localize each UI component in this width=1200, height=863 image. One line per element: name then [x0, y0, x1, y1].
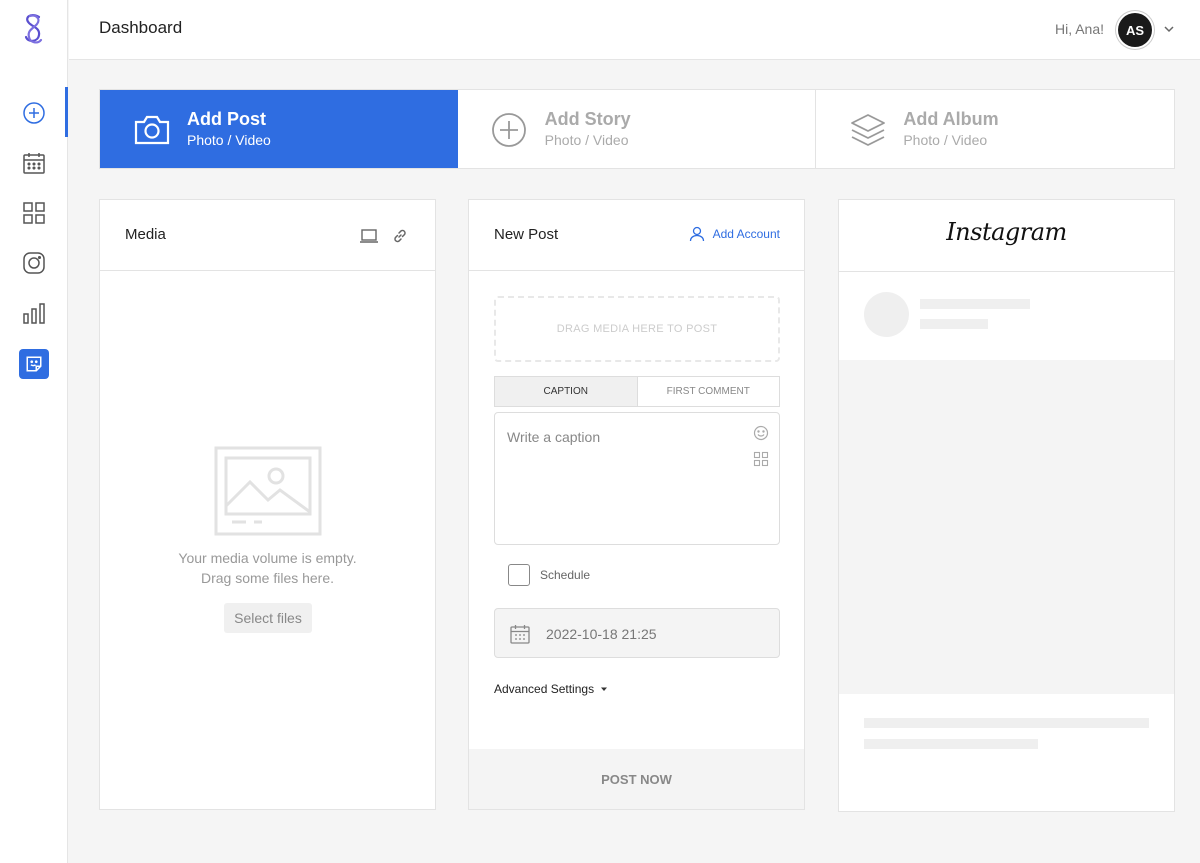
- post-now-button[interactable]: POST NOW: [469, 749, 804, 809]
- new-post-header: New Post Add Account: [469, 200, 804, 271]
- calendar-icon: [23, 153, 45, 174]
- tab-subtitle: Photo / Video: [187, 132, 271, 148]
- schedule-checkbox[interactable]: [508, 564, 530, 586]
- top-header: Dashboard Hi, Ana! AS: [69, 0, 1200, 60]
- sidebar-item-sticker[interactable]: [19, 349, 49, 379]
- laptop-icon[interactable]: [359, 227, 379, 245]
- preview-caption-placeholder: [864, 718, 1149, 728]
- empty-hint: Drag some files here.: [200, 570, 335, 586]
- camera-icon: [134, 115, 170, 145]
- new-post-panel: New Post Add Account DRAG MEDIA HERE TO …: [468, 199, 805, 810]
- schedule-date-field[interactable]: 2022-10-18 21:25: [494, 608, 780, 658]
- plus-circle-icon: [491, 113, 526, 147]
- tab-add-post[interactable]: Add Post Photo / Video: [100, 90, 458, 168]
- grid-icon[interactable]: [753, 451, 769, 467]
- image-placeholder-icon: [214, 446, 322, 536]
- tab-title: Add Post: [187, 109, 266, 129]
- advanced-settings-label: Advanced Settings: [494, 682, 595, 696]
- instagram-icon: [23, 252, 45, 274]
- media-title: Media: [125, 226, 166, 243]
- tab-add-story[interactable]: Add Story Photo / Video: [458, 90, 817, 168]
- tab-caption[interactable]: CAPTION: [495, 377, 638, 406]
- select-files-button[interactable]: Select files: [224, 603, 312, 633]
- media-panel: Media Your media volume is empty. Drag s…: [99, 199, 436, 810]
- bar-chart-icon: [23, 303, 45, 324]
- add-account-label: Add Account: [712, 227, 780, 241]
- instagram-preview-panel: Instagram: [838, 199, 1175, 812]
- tab-add-album[interactable]: Add Album Photo / Video: [816, 90, 1174, 168]
- advanced-settings-toggle[interactable]: Advanced Settings: [494, 682, 608, 696]
- caret-down-icon: [601, 687, 608, 691]
- preview-name-placeholder: [920, 299, 1030, 309]
- link-icon[interactable]: [391, 227, 409, 245]
- sidebar-item-add[interactable]: [18, 87, 68, 137]
- sidebar-item-analytics[interactable]: [18, 297, 50, 329]
- caption-box: [494, 412, 780, 545]
- sidebar-item-instagram[interactable]: [18, 247, 50, 279]
- empty-message: Your media volume is empty.: [178, 550, 357, 566]
- sidebar: [0, 0, 68, 863]
- layers-icon: [851, 114, 886, 146]
- post-type-tabs: Add Post Photo / Video Add Story Photo /…: [99, 89, 1175, 169]
- tab-subtitle: Photo / Video: [544, 132, 629, 148]
- plus-circle-icon: [23, 102, 45, 124]
- preview-caption-placeholder: [864, 739, 1038, 749]
- preview-header: Instagram: [839, 200, 1174, 272]
- calendar-icon: [510, 625, 530, 644]
- avatar[interactable]: AS: [1118, 13, 1152, 47]
- tab-title: Add Story: [544, 109, 631, 129]
- schedule-date-value: 2022-10-18 21:25: [546, 626, 657, 642]
- add-account-link[interactable]: Add Account: [689, 226, 780, 242]
- tab-first-comment[interactable]: FIRST COMMENT: [638, 377, 780, 406]
- preview-avatar-placeholder: [864, 292, 909, 337]
- new-post-title: New Post: [494, 226, 559, 243]
- sidebar-item-calendar[interactable]: [18, 147, 50, 179]
- emoji-icon[interactable]: [753, 425, 769, 441]
- media-panel-header: Media: [100, 200, 435, 271]
- sticker-icon: [26, 356, 42, 372]
- user-icon: [689, 226, 704, 242]
- sidebar-item-grid[interactable]: [18, 197, 50, 229]
- page-title: Dashboard: [99, 18, 183, 37]
- chevron-down-icon[interactable]: [1162, 22, 1176, 36]
- greeting-text: Hi, Ana!: [1054, 21, 1104, 37]
- preview-meta-placeholder: [920, 319, 988, 329]
- caption-input[interactable]: [507, 429, 737, 529]
- tab-subtitle: Photo / Video: [903, 132, 988, 148]
- caption-tabs: CAPTION FIRST COMMENT: [494, 376, 780, 407]
- instagram-logo: Instagram: [946, 218, 1067, 246]
- preview-image-placeholder: [839, 360, 1174, 694]
- tab-title: Add Album: [903, 109, 999, 129]
- grid-icon: [23, 202, 45, 224]
- media-drop-zone[interactable]: DRAG MEDIA HERE TO POST: [494, 296, 780, 362]
- schedule-label: Schedule: [540, 568, 591, 582]
- app-logo[interactable]: [20, 12, 48, 48]
